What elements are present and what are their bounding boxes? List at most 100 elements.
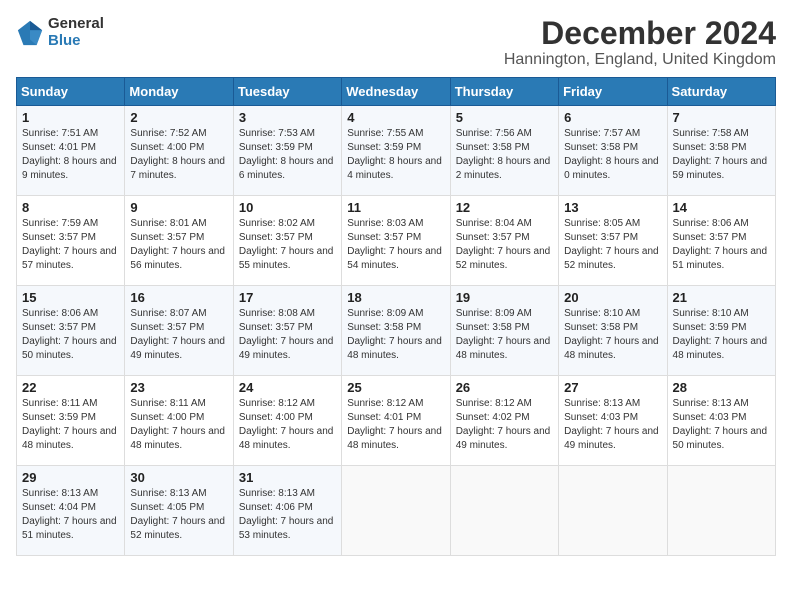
day-number: 20 [564, 290, 661, 305]
header-sunday: Sunday [17, 78, 125, 106]
calendar-cell [342, 466, 450, 556]
calendar-cell [450, 466, 558, 556]
calendar-cell: 7 Sunrise: 7:58 AMSunset: 3:58 PMDaylight… [667, 106, 775, 196]
day-info: Sunrise: 8:13 AMSunset: 4:06 PMDaylight:… [239, 487, 336, 543]
header-friday: Friday [559, 78, 667, 106]
calendar-table: SundayMondayTuesdayWednesdayThursdayFrid… [16, 77, 776, 556]
logo-line2: Blue [48, 33, 104, 50]
day-info: Sunrise: 8:13 AMSunset: 4:05 PMDaylight:… [130, 487, 227, 543]
calendar-cell: 28 Sunrise: 8:13 AMSunset: 4:03 PMDayligh… [667, 376, 775, 466]
day-info: Sunrise: 8:08 AMSunset: 3:57 PMDaylight:… [239, 307, 336, 363]
calendar-cell: 31 Sunrise: 8:13 AMSunset: 4:06 PMDayligh… [233, 466, 341, 556]
week-row-5: 29 Sunrise: 8:13 AMSunset: 4:04 PMDayligh… [17, 466, 776, 556]
day-info: Sunrise: 8:12 AMSunset: 4:00 PMDaylight:… [239, 397, 336, 453]
day-number: 15 [22, 290, 119, 305]
week-row-3: 15 Sunrise: 8:06 AMSunset: 3:57 PMDayligh… [17, 286, 776, 376]
day-number: 10 [239, 200, 336, 215]
day-info: Sunrise: 8:05 AMSunset: 3:57 PMDaylight:… [564, 217, 661, 273]
calendar-subtitle: Hannington, England, United Kingdom [504, 51, 776, 69]
calendar-cell: 22Sunrise: 8:11 AMSunset: 3:59 PMDayligh… [17, 376, 125, 466]
week-row-1: 1 Sunrise: 7:51 AMSunset: 4:01 PMDaylight… [17, 106, 776, 196]
header-row: SundayMondayTuesdayWednesdayThursdayFrid… [17, 78, 776, 106]
day-info: Sunrise: 8:06 AMSunset: 3:57 PMDaylight:… [22, 307, 119, 363]
day-info: Sunrise: 8:12 AMSunset: 4:01 PMDaylight:… [347, 397, 444, 453]
day-info: Sunrise: 8:02 AMSunset: 3:57 PMDaylight:… [239, 217, 336, 273]
calendar-cell: 4 Sunrise: 7:55 AMSunset: 3:59 PMDaylight… [342, 106, 450, 196]
day-info: Sunrise: 8:13 AMSunset: 4:03 PMDaylight:… [673, 397, 770, 453]
calendar-body: 1 Sunrise: 7:51 AMSunset: 4:01 PMDaylight… [17, 106, 776, 556]
calendar-cell: 25 Sunrise: 8:12 AMSunset: 4:01 PMDayligh… [342, 376, 450, 466]
day-info: Sunrise: 8:12 AMSunset: 4:02 PMDaylight:… [456, 397, 553, 453]
calendar-cell [559, 466, 667, 556]
day-number: 12 [456, 200, 553, 215]
calendar-cell: 27 Sunrise: 8:13 AMSunset: 4:03 PMDayligh… [559, 376, 667, 466]
calendar-cell: 2 Sunrise: 7:52 AMSunset: 4:00 PMDaylight… [125, 106, 233, 196]
day-number: 4 [347, 110, 444, 125]
calendar-cell: 18Sunrise: 8:09 AMSunset: 3:58 PMDayligh… [342, 286, 450, 376]
calendar-cell: 10 Sunrise: 8:02 AMSunset: 3:57 PMDayligh… [233, 196, 341, 286]
day-info: Sunrise: 8:11 AMSunset: 4:00 PMDaylight:… [130, 397, 227, 453]
day-info: Sunrise: 7:56 AMSunset: 3:58 PMDaylight:… [456, 127, 553, 183]
day-info: Sunrise: 7:59 AMSunset: 3:57 PMDaylight:… [22, 217, 119, 273]
day-number: 27 [564, 380, 661, 395]
calendar-cell: 16 Sunrise: 8:07 AMSunset: 3:57 PMDayligh… [125, 286, 233, 376]
calendar-cell: 14Sunrise: 8:06 AMSunset: 3:57 PMDayligh… [667, 196, 775, 286]
logo-icon [16, 19, 44, 47]
day-info: Sunrise: 7:52 AMSunset: 4:00 PMDaylight:… [130, 127, 227, 183]
week-row-4: 22Sunrise: 8:11 AMSunset: 3:59 PMDayligh… [17, 376, 776, 466]
day-number: 2 [130, 110, 227, 125]
day-number: 31 [239, 470, 336, 485]
day-number: 3 [239, 110, 336, 125]
day-number: 16 [130, 290, 227, 305]
day-number: 19 [456, 290, 553, 305]
calendar-cell: 13 Sunrise: 8:05 AMSunset: 3:57 PMDayligh… [559, 196, 667, 286]
day-info: Sunrise: 8:13 AMSunset: 4:03 PMDaylight:… [564, 397, 661, 453]
calendar-cell: 19Sunrise: 8:09 AMSunset: 3:58 PMDayligh… [450, 286, 558, 376]
day-info: Sunrise: 8:04 AMSunset: 3:57 PMDaylight:… [456, 217, 553, 273]
day-info: Sunrise: 8:07 AMSunset: 3:57 PMDaylight:… [130, 307, 227, 363]
calendar-cell: 20Sunrise: 8:10 AMSunset: 3:58 PMDayligh… [559, 286, 667, 376]
day-number: 1 [22, 110, 119, 125]
day-number: 25 [347, 380, 444, 395]
day-number: 23 [130, 380, 227, 395]
day-number: 17 [239, 290, 336, 305]
calendar-cell: 9Sunrise: 8:01 AMSunset: 3:57 PMDaylight… [125, 196, 233, 286]
day-info: Sunrise: 7:55 AMSunset: 3:59 PMDaylight:… [347, 127, 444, 183]
day-number: 26 [456, 380, 553, 395]
day-info: Sunrise: 8:10 AMSunset: 3:59 PMDaylight:… [673, 307, 770, 363]
day-number: 5 [456, 110, 553, 125]
day-number: 21 [673, 290, 770, 305]
day-number: 7 [673, 110, 770, 125]
calendar-cell: 29 Sunrise: 8:13 AMSunset: 4:04 PMDayligh… [17, 466, 125, 556]
calendar-cell: 26 Sunrise: 8:12 AMSunset: 4:02 PMDayligh… [450, 376, 558, 466]
day-number: 28 [673, 380, 770, 395]
day-number: 6 [564, 110, 661, 125]
day-info: Sunrise: 8:11 AMSunset: 3:59 PMDaylight:… [22, 397, 119, 453]
calendar-title: December 2024 [504, 16, 776, 51]
calendar-cell: 15 Sunrise: 8:06 AMSunset: 3:57 PMDayligh… [17, 286, 125, 376]
logo: General Blue [16, 16, 104, 49]
day-info: Sunrise: 7:53 AMSunset: 3:59 PMDaylight:… [239, 127, 336, 183]
calendar-cell: 1 Sunrise: 7:51 AMSunset: 4:01 PMDaylight… [17, 106, 125, 196]
calendar-cell: 11Sunrise: 8:03 AMSunset: 3:57 PMDayligh… [342, 196, 450, 286]
day-info: Sunrise: 8:09 AMSunset: 3:58 PMDaylight:… [347, 307, 444, 363]
day-info: Sunrise: 8:01 AMSunset: 3:57 PMDaylight:… [130, 217, 227, 273]
calendar-cell: 21 Sunrise: 8:10 AMSunset: 3:59 PMDayligh… [667, 286, 775, 376]
day-info: Sunrise: 8:13 AMSunset: 4:04 PMDaylight:… [22, 487, 119, 543]
header-thursday: Thursday [450, 78, 558, 106]
page-header: General Blue December 2024 Hannington, E… [16, 16, 776, 69]
day-number: 30 [130, 470, 227, 485]
header-tuesday: Tuesday [233, 78, 341, 106]
day-number: 14 [673, 200, 770, 215]
day-number: 29 [22, 470, 119, 485]
day-info: Sunrise: 7:51 AMSunset: 4:01 PMDaylight:… [22, 127, 119, 183]
day-info: Sunrise: 7:58 AMSunset: 3:58 PMDaylight:… [673, 127, 770, 183]
header-wednesday: Wednesday [342, 78, 450, 106]
calendar-header: SundayMondayTuesdayWednesdayThursdayFrid… [17, 78, 776, 106]
header-monday: Monday [125, 78, 233, 106]
day-number: 13 [564, 200, 661, 215]
day-number: 24 [239, 380, 336, 395]
calendar-cell: 23 Sunrise: 8:11 AMSunset: 4:00 PMDayligh… [125, 376, 233, 466]
calendar-cell [667, 466, 775, 556]
calendar-cell: 30 Sunrise: 8:13 AMSunset: 4:05 PMDayligh… [125, 466, 233, 556]
